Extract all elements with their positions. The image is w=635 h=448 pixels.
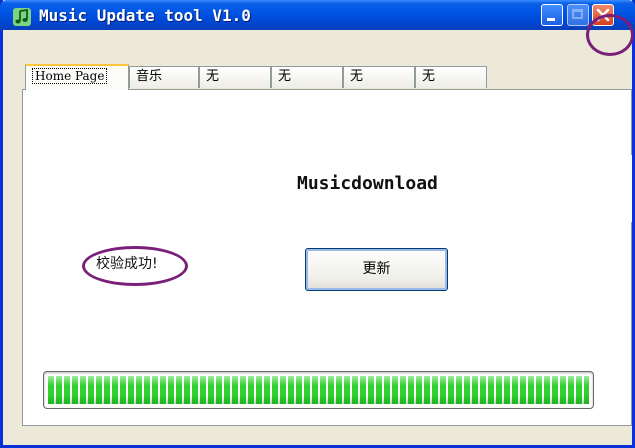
tab-none-3[interactable]: 无 — [343, 66, 415, 88]
tab-home-page[interactable]: Home Page — [25, 64, 129, 90]
annotation-circle — [82, 246, 188, 286]
maximize-button[interactable] — [567, 4, 589, 26]
tab-label: 无 — [350, 69, 364, 84]
tab-label: 无 — [206, 69, 220, 84]
annotation-circle — [586, 14, 634, 56]
tab-label: 无 — [422, 69, 436, 84]
maximize-icon — [572, 9, 583, 19]
update-button[interactable]: 更新 — [305, 248, 448, 291]
tab-none-4[interactable]: 无 — [415, 66, 487, 88]
progress-fill — [48, 376, 589, 404]
tab-none-2[interactable]: 无 — [271, 66, 343, 88]
window-title: Music Update tool V1.0 — [39, 6, 251, 25]
tab-music[interactable]: 音乐 — [129, 66, 199, 88]
music-note-icon — [13, 8, 31, 26]
heading-label: Musicdownload — [297, 173, 438, 194]
tab-label: 音乐 — [136, 69, 163, 84]
tab-label: Home Page — [32, 68, 108, 84]
progress-bar — [43, 371, 594, 409]
tab-label: 无 — [278, 69, 292, 84]
title-bar[interactable]: Music Update tool V1.0 — [0, 0, 635, 30]
tab-none-1[interactable]: 无 — [199, 66, 271, 88]
minimize-icon — [547, 18, 555, 21]
minimize-button[interactable] — [541, 4, 563, 26]
